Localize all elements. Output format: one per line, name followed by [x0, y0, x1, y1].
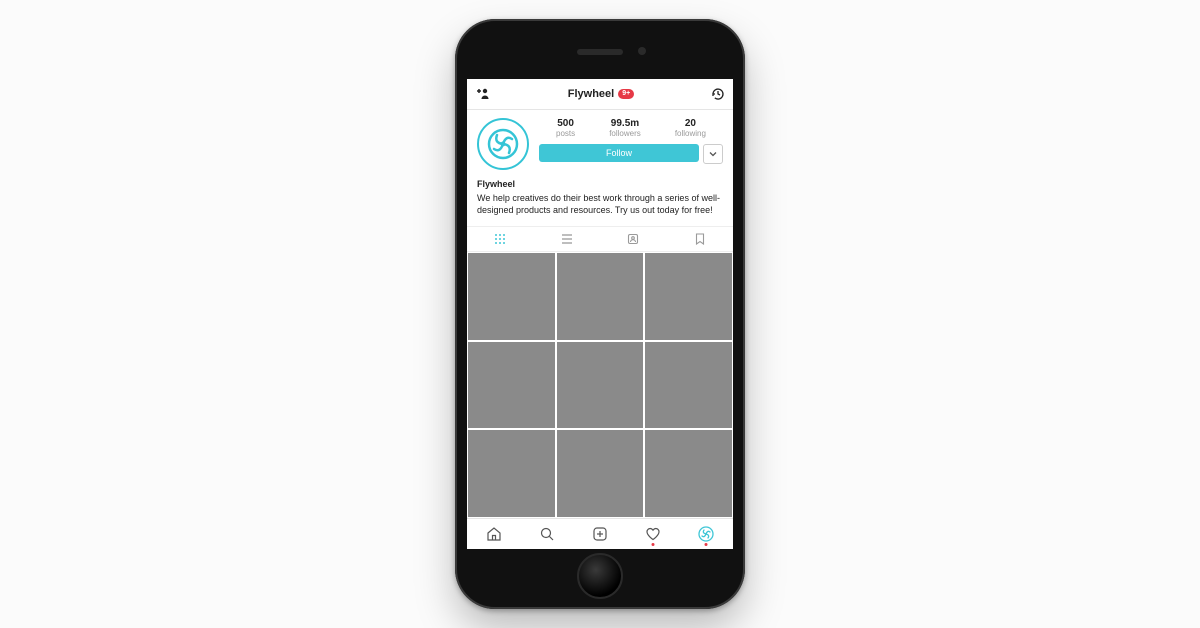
header-title: Flywheel [568, 88, 614, 100]
photo-cell[interactable] [645, 253, 732, 340]
activity-indicator-dot [652, 543, 655, 546]
tab-tagged[interactable] [600, 227, 667, 251]
stat-following-label: following [675, 129, 706, 138]
chevron-down-icon [708, 149, 718, 159]
tab-grid[interactable] [467, 227, 534, 251]
phone-speaker [577, 49, 623, 55]
grid-icon [494, 233, 506, 245]
bio: Flywheel We help creatives do their best… [477, 178, 723, 216]
history-icon [711, 87, 725, 101]
tab-list[interactable] [534, 227, 601, 251]
flywheel-logo-icon [486, 127, 520, 161]
view-tabs [467, 226, 733, 252]
photo-cell[interactable] [557, 253, 644, 340]
nav-search[interactable] [537, 524, 557, 544]
avatar[interactable] [477, 118, 529, 170]
heart-icon [645, 526, 661, 542]
nav-add[interactable] [590, 524, 610, 544]
photo-grid [467, 252, 733, 518]
photo-cell[interactable] [468, 430, 555, 517]
photo-cell[interactable] [645, 342, 732, 429]
nav-activity[interactable] [643, 524, 663, 544]
bio-name: Flywheel [477, 178, 723, 190]
stats-row: 500 posts 99.5m followers 20 following [539, 118, 723, 138]
notification-badge[interactable]: 9+ [618, 89, 634, 99]
stat-followers-value: 99.5m [609, 118, 641, 129]
stat-posts-value: 500 [556, 118, 575, 129]
list-icon [561, 233, 573, 245]
app-screen: Flywheel 9+ [467, 79, 733, 549]
stat-following-value: 20 [675, 118, 706, 129]
bio-text: We help creatives do their best work thr… [477, 193, 720, 215]
search-icon [539, 526, 555, 542]
stat-posts-label: posts [556, 129, 575, 138]
photo-cell[interactable] [557, 342, 644, 429]
add-post-icon [592, 526, 608, 542]
stat-followers-label: followers [609, 129, 641, 138]
phone-home-button[interactable] [577, 553, 623, 599]
add-person-icon [475, 87, 491, 101]
photo-cell[interactable] [557, 430, 644, 517]
bookmark-icon [695, 233, 705, 245]
history-button[interactable] [711, 87, 725, 101]
profile-avatar-icon [698, 526, 714, 542]
profile-indicator-dot [705, 543, 708, 546]
phone-camera [638, 47, 646, 55]
nav-profile[interactable] [696, 524, 716, 544]
photo-cell[interactable] [645, 430, 732, 517]
stat-following[interactable]: 20 following [675, 118, 706, 138]
add-friend-button[interactable] [475, 87, 491, 101]
nav-home[interactable] [484, 524, 504, 544]
bottom-nav [467, 518, 733, 549]
phone-frame: Flywheel 9+ [455, 19, 745, 609]
follow-button[interactable]: Follow [539, 144, 699, 162]
profile-section: 500 posts 99.5m followers 20 following [467, 110, 733, 226]
person-tag-icon [627, 233, 639, 245]
photo-cell[interactable] [468, 253, 555, 340]
home-icon [486, 526, 502, 542]
tab-saved[interactable] [667, 227, 734, 251]
stat-followers[interactable]: 99.5m followers [609, 118, 641, 138]
photo-cell[interactable] [468, 342, 555, 429]
stat-posts[interactable]: 500 posts [556, 118, 575, 138]
suggested-users-button[interactable] [703, 144, 723, 164]
app-header: Flywheel 9+ [467, 79, 733, 110]
